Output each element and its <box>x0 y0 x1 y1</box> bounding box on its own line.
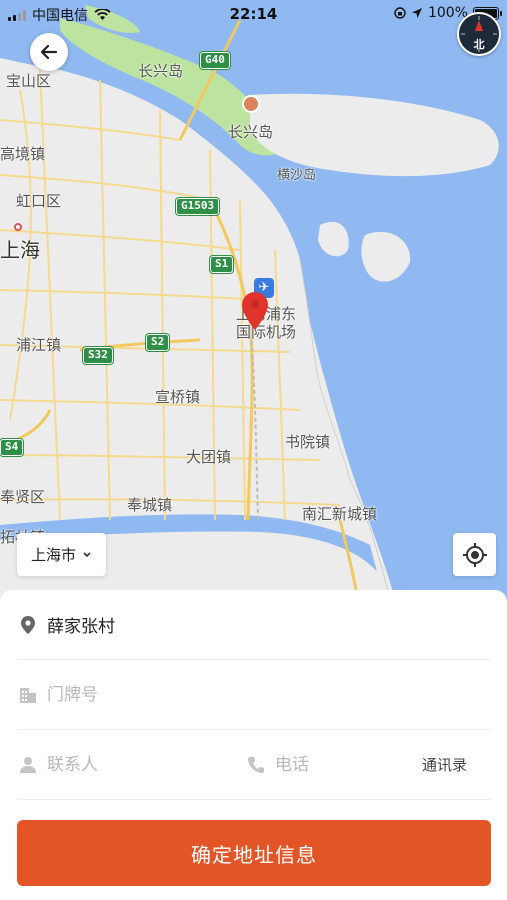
back-button[interactable] <box>30 33 68 71</box>
map-label-xuanqiao: 宣桥镇 <box>155 388 201 406</box>
map-label-shuyuan: 书院镇 <box>285 433 331 451</box>
address-row[interactable]: 薛家张村 <box>17 590 491 660</box>
map-label-datuan: 大团镇 <box>186 448 232 466</box>
map-pin-icon <box>17 614 39 636</box>
contacts-link[interactable]: 通讯录 <box>422 754 467 775</box>
person-icon <box>17 754 39 776</box>
road-shield-g40: G40 <box>200 52 230 69</box>
location-arrow-icon <box>411 8 422 18</box>
map-label-hengsha: 横沙岛 <box>277 168 317 183</box>
chevron-down-icon <box>83 551 91 557</box>
road-shield-s1: S1 <box>210 256 234 273</box>
orientation-lock-icon <box>394 7 406 19</box>
map-label-baoshan: 宝山区 <box>6 72 52 90</box>
location-pin-icon[interactable] <box>242 292 268 330</box>
map-view[interactable]: 宝山区 长兴岛 长兴岛 高境镇 虹口区 上海 横沙岛 上海浦东 国际机场 浦江镇… <box>0 0 507 640</box>
road-shield-s2: S2 <box>146 334 170 351</box>
contact-name-input[interactable] <box>47 754 227 775</box>
road-shield-s32: S32 <box>83 347 113 364</box>
compass-button[interactable]: 北 <box>457 12 501 56</box>
address-form-sheet: 薛家张村 通讯录 确定地址信息 <box>0 590 507 900</box>
contact-row: 通讯录 <box>17 730 491 800</box>
house-number-input[interactable] <box>47 684 467 705</box>
confirm-address-button[interactable]: 确定地址信息 <box>17 820 491 886</box>
map-label-changxingdao: 长兴岛 <box>228 123 274 141</box>
arrow-left-icon <box>40 44 58 60</box>
map-label-shanghai: 上海 <box>0 238 40 262</box>
phone-input[interactable] <box>275 754 395 775</box>
compass-north-label: 北 <box>473 38 485 51</box>
status-bar: 中国电信 22:14 100% <box>0 0 507 28</box>
map-label-fengcheng: 奉城镇 <box>127 496 173 514</box>
road-shield-s4: S4 <box>0 439 24 456</box>
city-selector-label: 上海市 <box>31 546 77 564</box>
locate-me-button[interactable] <box>453 533 496 576</box>
building-icon <box>17 684 39 706</box>
map-label-hongkou: 虹口区 <box>16 192 62 210</box>
map-label-gaojing: 高境镇 <box>0 145 46 163</box>
house-number-row <box>17 660 491 730</box>
map-label-pujiang: 浦江镇 <box>16 336 62 354</box>
landmark-icon <box>242 95 260 113</box>
phone-icon <box>245 754 267 776</box>
crosshair-icon <box>462 542 487 567</box>
city-center-icon <box>14 223 22 231</box>
map-label-changxingdao-top: 长兴岛 <box>138 62 184 80</box>
address-text: 薛家张村 <box>47 617 115 637</box>
road-shield-g1503: G1503 <box>176 198 220 215</box>
map-label-fengxian: 奉贤区 <box>0 488 46 506</box>
map-label-nanhui: 南汇新城镇 <box>302 505 378 523</box>
city-selector[interactable]: 上海市 <box>17 533 107 576</box>
